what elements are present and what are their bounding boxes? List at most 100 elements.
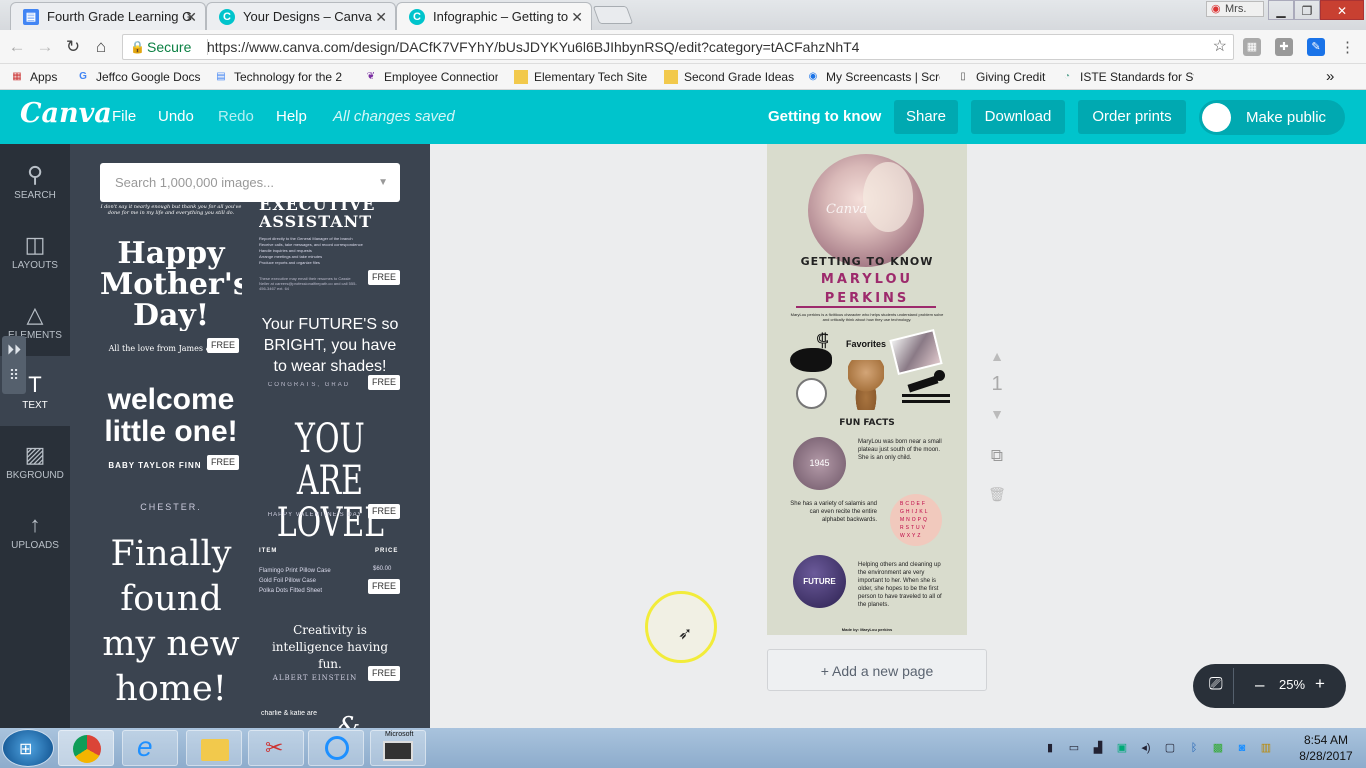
home-icon[interactable]: ⌂ [90, 37, 112, 57]
move-page-up-icon[interactable]: ▲ [986, 348, 1008, 364]
design-intro[interactable]: MaryLou perkins is a fictitious characte… [789, 312, 945, 322]
text-template-mothers-day[interactable]: I don't say it nearly enough but thank y… [100, 204, 242, 354]
text-template-charlie-katie[interactable]: charlie & katie are & [259, 710, 401, 728]
bookmarks-overflow-icon[interactable]: » [1326, 64, 1334, 90]
bookmark-star-icon[interactable]: ☆ [1213, 35, 1227, 59]
menu-file[interactable]: File [112, 108, 136, 125]
profile-button[interactable]: ◉ Mrs. [1206, 1, 1264, 17]
taskbar-screencast[interactable] [308, 730, 364, 766]
zoom-out-button[interactable]: – [1255, 675, 1264, 695]
new-tab-button[interactable] [592, 6, 634, 24]
canva-logo[interactable]: Canva [20, 98, 112, 129]
rail-layouts[interactable]: ◫ LAYOUTS [0, 216, 70, 286]
rail-background[interactable]: ▨ BKGROUND [0, 426, 70, 496]
text-template-new-home[interactable]: Finally found my new home! [100, 532, 242, 712]
close-window-icon[interactable]: ✕ [1320, 0, 1364, 20]
rail-uploads[interactable]: ↑ UPLOADS [0, 496, 70, 566]
tray-monitor-icon[interactable]: ▭ [1066, 740, 1082, 756]
tray-icon[interactable]: ▩ [1210, 740, 1226, 756]
chrome-menu-icon[interactable]: ⋮ [1340, 38, 1355, 56]
fact-3-text[interactable]: Helping others and cleaning up the envir… [858, 561, 944, 609]
back-icon[interactable]: ← [6, 37, 28, 57]
design-heading[interactable]: GETTING TO KNOW [767, 255, 967, 268]
fact-1-text[interactable]: MaryLou was born near a small plateau ju… [858, 438, 942, 462]
design-name-last[interactable]: PERKINS [767, 291, 967, 306]
close-tab-icon[interactable]: ✕ [571, 3, 583, 30]
minimize-icon[interactable]: ▁ [1268, 0, 1294, 20]
taskbar-chrome[interactable] [58, 730, 114, 766]
move-page-down-icon[interactable]: ▼ [986, 406, 1008, 422]
secure-label: Secure [147, 39, 192, 55]
tray-icon[interactable]: ▢ [1162, 740, 1178, 756]
bookmark-technology[interactable]: ▤ Technology for the 2 [214, 64, 348, 90]
extension-icon[interactable]: ▦ [1243, 38, 1261, 56]
add-new-page-button[interactable]: + Add a new page [767, 649, 987, 691]
browser-tab-your-designs[interactable]: C Your Designs – Canva ✕ [206, 2, 396, 30]
scissors-icon: ✂ [265, 735, 284, 760]
url-text[interactable]: https://www.canva.com/design/DACfK7VFYhY… [207, 35, 859, 59]
fact-badge-1945[interactable]: 1945 [793, 437, 846, 490]
tab-title: Infographic – Getting to [433, 9, 569, 24]
zoom-level[interactable]: 25% [1279, 677, 1305, 692]
bluetooth-icon[interactable]: ᛒ [1186, 740, 1202, 756]
swimmer-icon[interactable] [902, 368, 952, 404]
fun-facts-heading[interactable]: FUN FACTS [767, 418, 967, 428]
tray-icon[interactable]: ▥ [1258, 740, 1274, 756]
signal-icon[interactable]: ▟ [1090, 740, 1106, 756]
tray-icon[interactable]: ◙ [1234, 740, 1250, 756]
bookmark-employee[interactable]: ❦ Employee Connection [364, 64, 498, 90]
menu-undo[interactable]: Undo [158, 108, 194, 125]
share-button[interactable]: Share [894, 100, 958, 134]
menu-redo[interactable]: Redo [218, 108, 254, 125]
fact-2-text[interactable]: She has a variety of salamis and can eve… [785, 500, 877, 524]
taskbar-ie[interactable]: e [122, 730, 178, 766]
taskbar-ppt[interactable]: Microsoft [370, 730, 426, 766]
fish-icon[interactable] [790, 348, 832, 372]
monkey-icon[interactable] [848, 360, 884, 410]
start-button[interactable]: ⊞ [2, 729, 54, 767]
bookmark-apps[interactable]: ▦ Apps [10, 64, 57, 90]
order-prints-button[interactable]: Order prints [1078, 100, 1186, 134]
volume-icon[interactable]: ◂) [1138, 740, 1154, 756]
rail-search[interactable]: ⚲ SEARCH [0, 146, 70, 216]
tray-icon[interactable]: ▣ [1114, 740, 1130, 756]
bookmark-iste[interactable]: ◔ ISTE Standards for St [1060, 64, 1194, 90]
bookmarks-bar: ▦ Apps G Jeffco Google Docs ▤ Technology fo… [0, 64, 1366, 90]
browser-tab-infographic[interactable]: C Infographic – Getting to ✕ [396, 2, 592, 30]
text-template-welcome[interactable]: welcome little one! BABY TAYLOR FINN CHE… [100, 384, 242, 514]
bookmark-giving-credit[interactable]: ▯ Giving Credit [956, 64, 1045, 90]
bookmark-jeffco[interactable]: G Jeffco Google Docs [76, 64, 200, 90]
profile-photo[interactable]: Canva [808, 154, 924, 267]
restore-icon[interactable]: ❐ [1294, 0, 1320, 20]
taskbar-snipping[interactable]: ✂ [248, 730, 304, 766]
taskbar-explorer[interactable] [186, 730, 242, 766]
close-tab-icon[interactable]: ✕ [375, 3, 387, 30]
favorites-label[interactable]: Favorites [846, 339, 886, 349]
close-tab-icon[interactable]: ✕ [185, 3, 197, 30]
download-button[interactable]: Download [971, 100, 1065, 134]
design-credit[interactable]: Made by: MaryLou perkins [767, 627, 967, 632]
alphabet-circle[interactable]: BCDEFGHIJKLMNOPQRSTUVWXYZ [890, 494, 942, 546]
bookmark-second-grade[interactable]: Second Grade Ideas [664, 64, 794, 90]
extension-icon[interactable]: ✎ [1307, 38, 1325, 56]
zoom-in-button[interactable]: + [1315, 674, 1325, 694]
taskbar-clock[interactable]: 8:54 AM 8/28/2017 [1294, 732, 1358, 764]
forward-icon[interactable]: → [34, 37, 56, 57]
browser-tab-fourth-grade[interactable]: ▤ Fourth Grade Learning G ✕ [10, 2, 206, 30]
reload-icon[interactable]: ↻ [62, 37, 84, 57]
delete-page-icon[interactable]: 🗑 [986, 486, 1008, 503]
bookmark-screencasts[interactable]: ◉ My Screencasts | Scre [806, 64, 940, 90]
fact-badge-future[interactable]: FUTURE [793, 555, 846, 608]
design-title[interactable]: Getting to know [768, 108, 881, 125]
panel-drag-handle[interactable]: ⏵⏵ ⠿ [2, 336, 26, 394]
extension-icon[interactable]: ✚ [1275, 38, 1293, 56]
address-bar[interactable]: 🔒 Secure https://www.canva.com/design/DA… [122, 34, 1234, 60]
copy-page-icon[interactable]: ⧉ [986, 446, 1008, 466]
volleyball-icon[interactable] [796, 378, 827, 409]
bookmark-elementary[interactable]: Elementary Tech Site [514, 64, 648, 90]
menu-help[interactable]: Help [276, 108, 307, 125]
design-name-first[interactable]: MARYLOU [767, 272, 967, 287]
make-public-toggle[interactable]: Make public [1199, 100, 1345, 135]
tray-icon[interactable]: ▮ [1042, 740, 1058, 756]
present-icon[interactable]: ⎚ [1209, 674, 1223, 694]
